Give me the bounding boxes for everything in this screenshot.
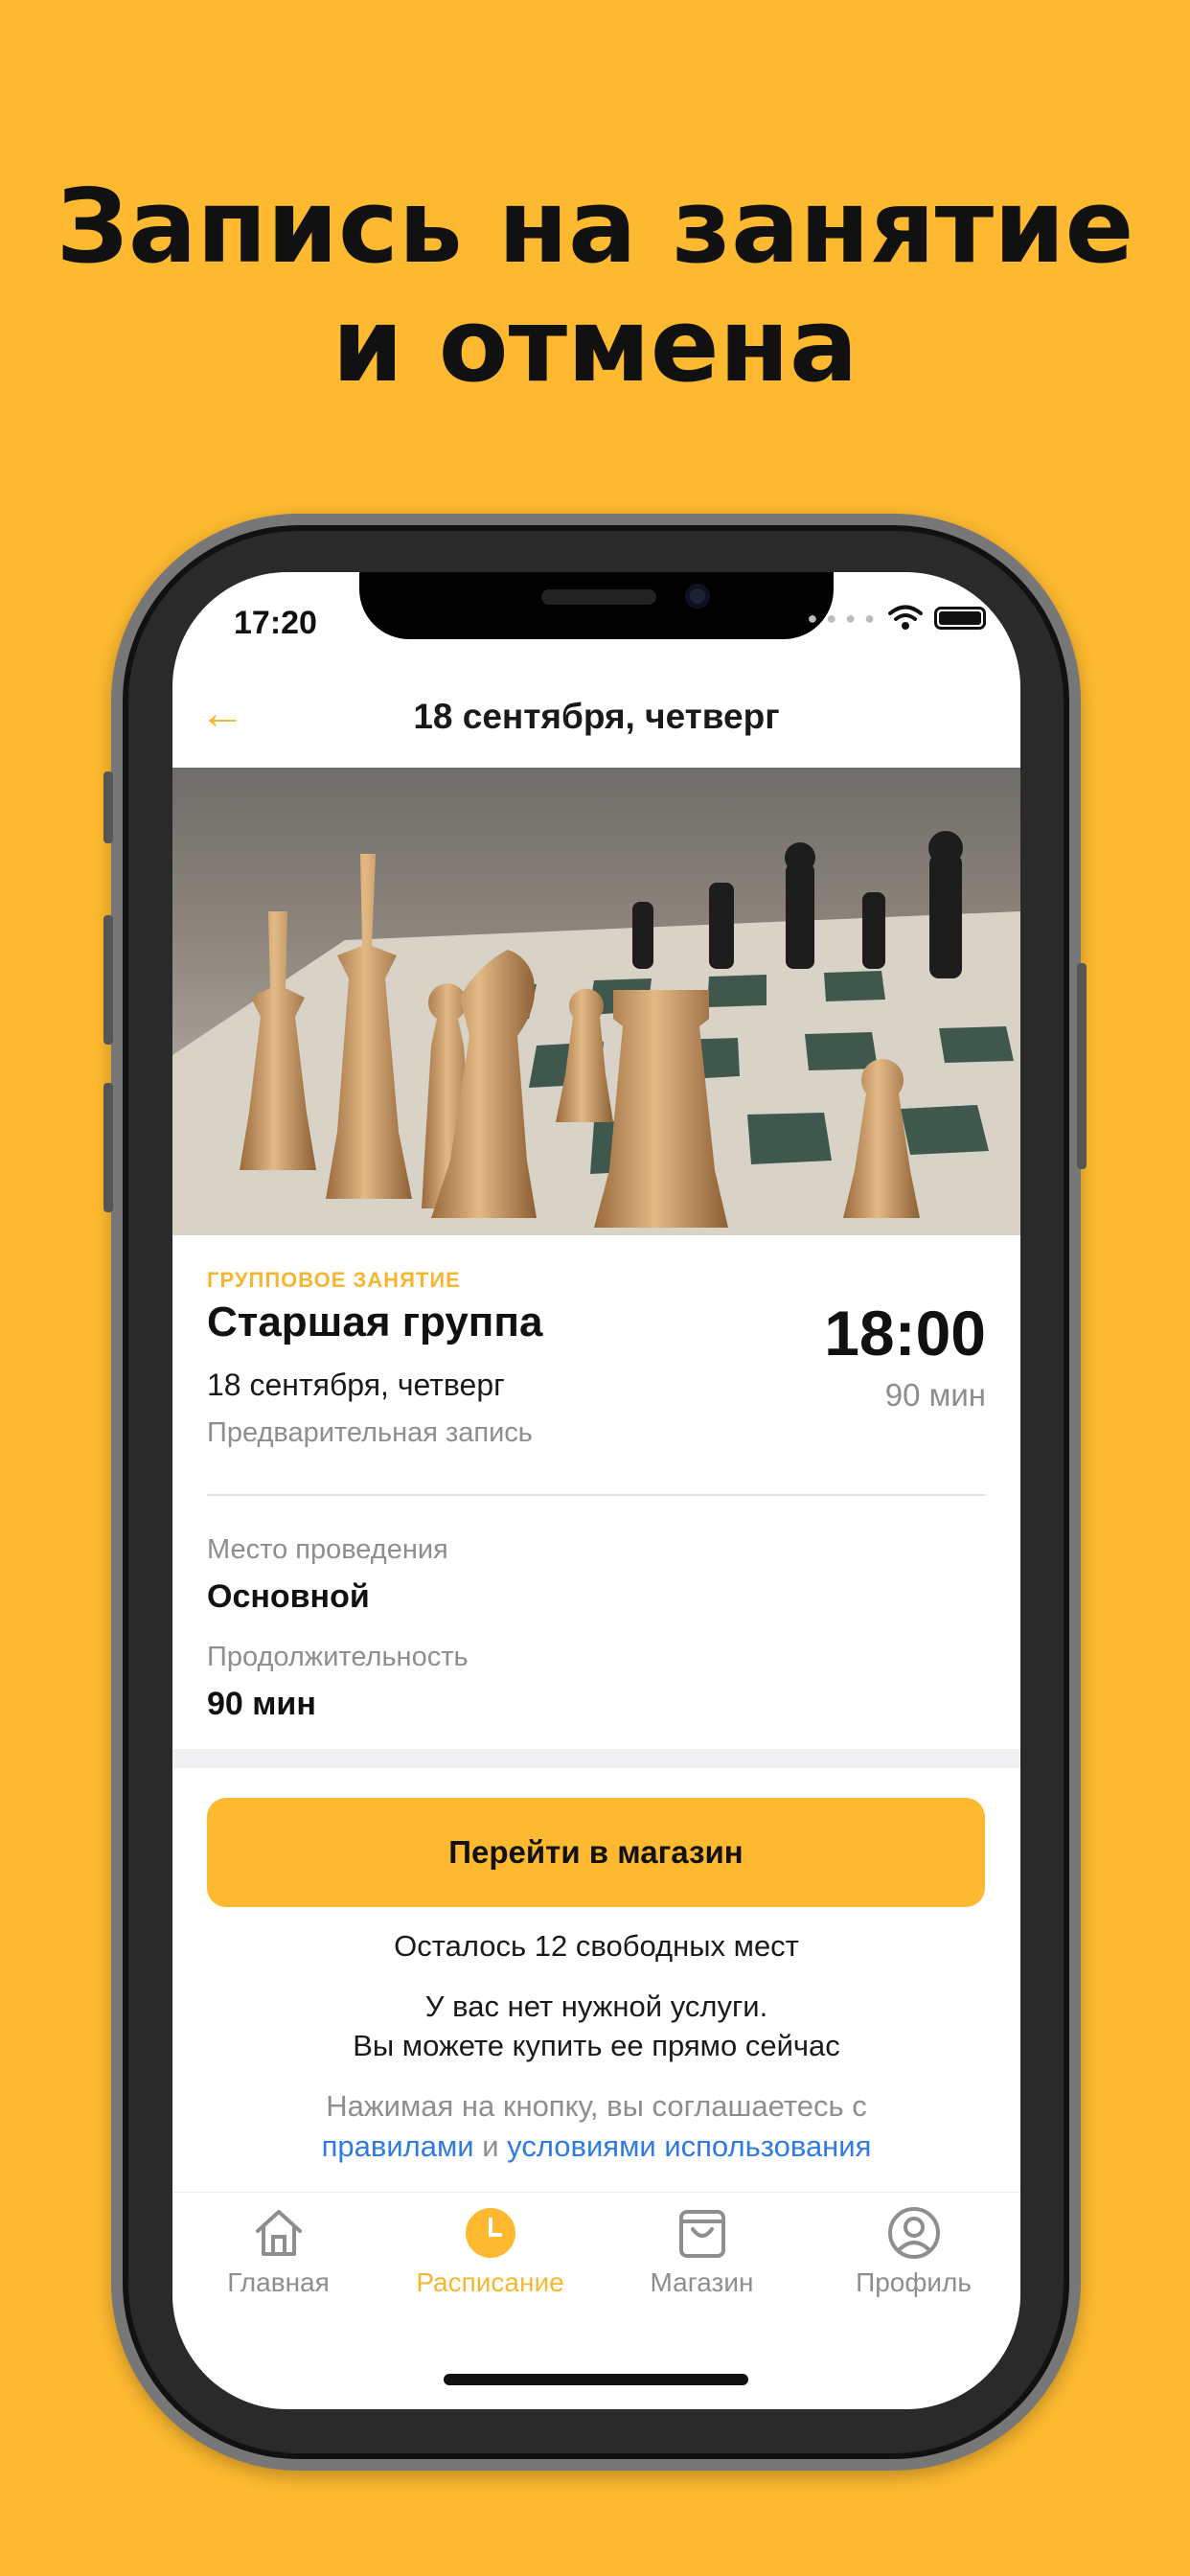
mute-switch [103,771,113,843]
headline-line-2: и отмена [332,287,858,404]
front-camera [685,584,710,609]
tab-bar: Главная Расписание Магазин Профиль [172,2192,1020,2335]
no-service-line-1: У вас нет нужной услуги. [424,1990,768,2023]
class-date: 18 сентября, четверг [207,1368,505,1402]
class-duration-short: 90 мин [884,1377,986,1413]
divider [207,1494,986,1496]
class-type: ГРУППОВОЕ ЗАНЯТИЕ [207,1268,461,1292]
battery-icon [934,607,986,630]
class-name: Старшая группа [207,1299,543,1346]
navigation-bar: ← 18 сентября, четверг [172,678,1020,756]
terms-prefix: Нажимая на кнопку, вы соглашаетесь с [326,2089,867,2123]
terms-links: правилами и условиями использования [172,2127,1020,2167]
location-label: Место проведения [207,1534,448,1565]
power-button [1077,963,1087,1169]
home-indicator[interactable] [444,2374,748,2385]
tab-profile-label: Профиль [856,2267,972,2297]
duration-value: 90 мин [207,1686,316,1722]
page-title: 18 сентября, четверг [413,697,780,736]
signal-dots-icon: ● ● ● ● [807,608,877,628]
no-service-line-2: Вы можете купить ее прямо сейчас [353,2029,840,2062]
class-photo [172,768,1020,1235]
volume-down-button [103,1083,113,1212]
seats-left-text: Осталось 12 свободных мест [394,1929,799,1963]
section-separator [172,1749,1020,1768]
tab-home-label: Главная [227,2267,330,2297]
speaker [541,589,656,605]
duration-label: Продолжительность [207,1642,469,1672]
bag-icon [678,2210,725,2258]
tab-shop-label: Магазин [650,2267,754,2297]
terms-of-use-link[interactable]: условиями использования [507,2129,871,2163]
terms-text: Нажимая на кнопку, вы соглашаетесь с пра… [172,2086,1020,2167]
tab-schedule[interactable]: Расписание [384,2206,596,2298]
terms-and: и [482,2129,499,2163]
notch [359,572,834,639]
tab-shop[interactable]: Магазин [596,2206,808,2298]
booking-mode: Предварительная запись [207,1417,533,1448]
rules-link[interactable]: правилами [322,2129,474,2163]
go-to-shop-button[interactable]: Перейти в магазин [207,1798,985,1907]
promo-headline: Запись на занятие и отмена [0,168,1190,405]
tab-profile[interactable]: Профиль [808,2206,1019,2298]
chess-image [172,768,1020,1235]
class-time: 18:00 [824,1298,986,1368]
tab-schedule-label: Расписание [416,2267,564,2297]
volume-up-button [103,915,113,1045]
clock-icon [465,2208,515,2258]
phone-screen: 17:20 ● ● ● ● ← 18 сентября, четверг ГРУ… [172,572,1020,2409]
status-icons: ● ● ● ● [807,605,986,632]
home-icon [255,2210,302,2256]
tab-home[interactable]: Главная [172,2206,384,2298]
wifi-icon [888,605,923,630]
headline-line-1: Запись на занятие [56,168,1134,286]
profile-icon [887,2207,940,2259]
status-time: 17:20 [234,605,317,641]
location-value: Основной [207,1578,370,1615]
